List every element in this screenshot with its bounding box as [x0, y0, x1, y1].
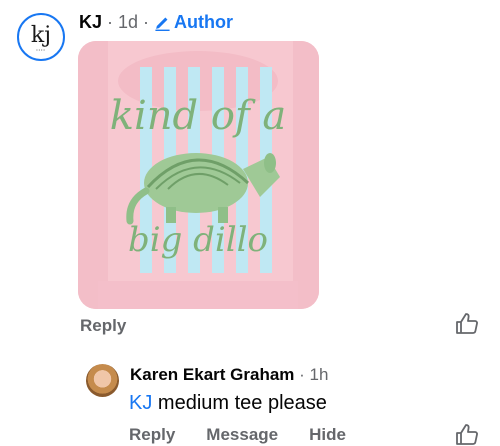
like-icon[interactable] — [455, 424, 479, 446]
comment-time[interactable]: 1d — [118, 12, 138, 33]
reply-author-avatar[interactable] — [86, 364, 119, 397]
shirt-text-bottom: big dillo — [128, 220, 268, 260]
separator-dot: · — [102, 11, 119, 32]
author-badge: Author — [154, 12, 233, 33]
reply-time-prefix: · — [299, 365, 310, 384]
reply-button[interactable]: Reply — [80, 316, 126, 336]
avatar-monogram: kj — [30, 23, 52, 48]
reply-author-name[interactable]: Karen Ekart Graham — [130, 365, 294, 384]
separator-dot: · — [138, 11, 155, 32]
comment-photo[interactable]: kind of a big dillo — [78, 41, 319, 309]
avatar-subtext: •••• — [36, 47, 46, 52]
message-button[interactable]: Message — [206, 425, 278, 445]
author-badge-label: Author — [174, 11, 234, 32]
like-icon[interactable] — [455, 313, 479, 335]
reply-time[interactable]: 1h — [310, 365, 329, 384]
reply-reply-button[interactable]: Reply — [129, 425, 175, 445]
author-avatar[interactable]: kj •••• — [17, 13, 65, 61]
mention-link[interactable]: KJ — [129, 392, 152, 414]
comment-header: KJ · 1d · Author — [79, 11, 233, 33]
comment-author-name[interactable]: KJ — [79, 12, 102, 33]
reply-header: Karen Ekart Graham · 1h — [130, 365, 328, 385]
hide-button[interactable]: Hide — [309, 425, 346, 445]
shirt-text-top: kind of a — [110, 93, 287, 139]
reply-text: KJ medium tee please — [129, 392, 327, 415]
sweatshirt-image: kind of a big dillo — [78, 41, 319, 309]
reply-actions: Reply Message Hide — [129, 425, 346, 445]
reply-body: medium tee please — [157, 392, 327, 414]
pencil-icon — [155, 17, 170, 31]
